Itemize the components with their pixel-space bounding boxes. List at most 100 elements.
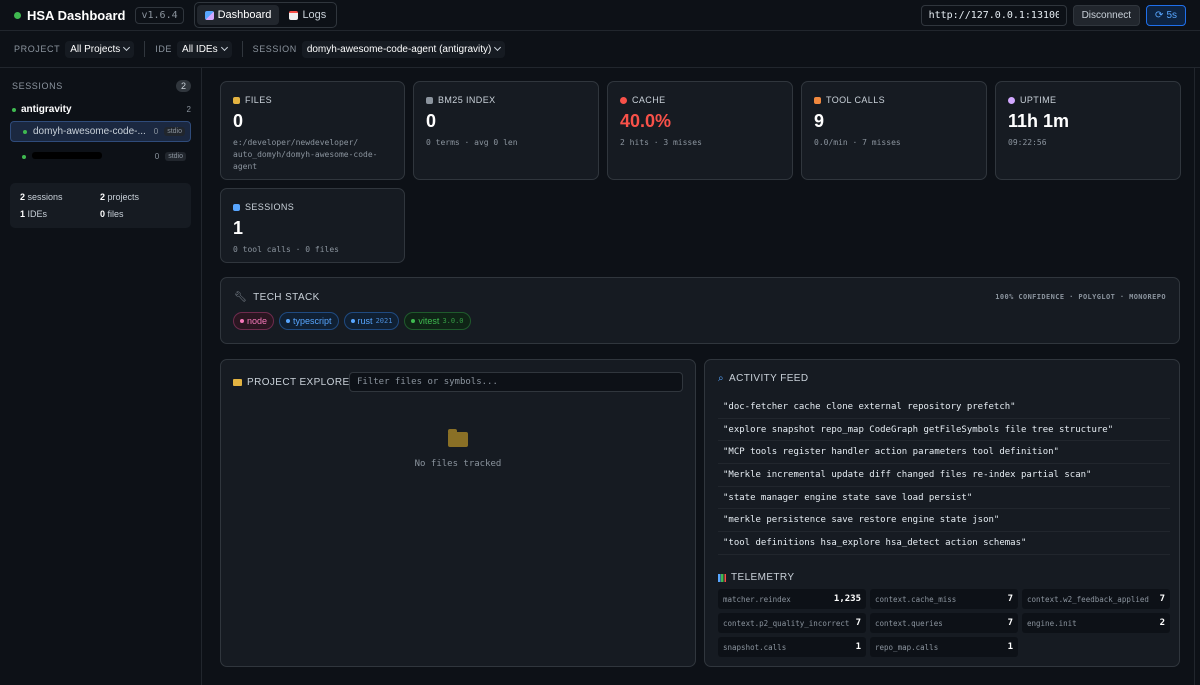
cache-sub: 2 hits · 3 misses (620, 138, 702, 147)
tool-calls-card: TOOL CALLS 9 0.0/min · 7 misses (801, 81, 987, 180)
version-badge: v1.6.4 (135, 6, 184, 24)
refresh-icon: ⟳ (1155, 9, 1164, 21)
project-filter-label: PROJECT (14, 44, 61, 54)
app-title: HSA Dashboard (27, 7, 126, 23)
telemetry-grid: matcher.reindex 1,235 context.cache_miss 7… (718, 589, 1170, 657)
wrench-icon: 🔧︎ (234, 292, 248, 303)
tool-calls-count: 9 (814, 111, 825, 131)
transport-badge: stdio (165, 152, 186, 161)
chip-dot (240, 319, 244, 323)
folder-icon (448, 429, 468, 447)
server-url-input[interactable] (920, 4, 1067, 26)
session-name-redacted (32, 151, 149, 162)
activity-item[interactable]: "merkle persistence save restore engine … (718, 509, 1170, 533)
telemetry-item: engine.init 2 (1022, 613, 1170, 633)
refresh-interval-button[interactable]: ⟳ 5s (1146, 4, 1186, 26)
top-bar: HSA Dashboard v1.6.4 Dashboard Logs Disc… (0, 0, 1200, 31)
tab-dashboard[interactable]: Dashboard (196, 5, 280, 25)
sessions-count: 1 (233, 218, 244, 238)
telemetry-title: TELEMETRY (718, 572, 794, 583)
lightning-icon (814, 96, 821, 104)
sessions-card: SESSIONS 1 0 tool calls · 0 files (220, 188, 405, 263)
status-dot (12, 107, 16, 112)
telemetry-item: context.w2_feedback_applied 7 (1022, 589, 1170, 609)
cache-hit-rate: 40.0% (620, 111, 672, 131)
activity-item[interactable]: "Merkle incremental update diff changed … (718, 464, 1170, 487)
uptime-card-label: UPTIME (1008, 95, 1168, 105)
folder-icon (233, 379, 242, 386)
index-icon (426, 96, 433, 104)
monitor-icon (233, 203, 240, 211)
clock-icon (1008, 96, 1015, 104)
uptime-value: 11h 1m (1008, 111, 1070, 131)
ide-group-label: antigravity (12, 104, 72, 115)
ide-filter-label: IDE (155, 44, 173, 54)
session-item[interactable]: 0 stdio (10, 146, 191, 167)
telemetry-item: matcher.reindex 1,235 (718, 589, 866, 609)
project-select-value: All Projects (70, 43, 121, 55)
session-item[interactable]: domyh-awesome-code-... 0 stdio (10, 121, 191, 142)
status-dot (23, 129, 27, 134)
bm25-count: 0 (426, 111, 437, 131)
divider (144, 41, 146, 57)
folder-icon (233, 96, 240, 104)
activity-item[interactable]: "explore snapshot repo_map CodeGraph get… (718, 419, 1170, 442)
dashboard-icon (204, 10, 214, 20)
activity-feed-title: ⌕ ACTIVITY FEED (718, 373, 809, 384)
bm25-card: BM25 INDEX 0 0 terms · avg 0 len (413, 81, 599, 180)
search-icon: ⌕ (718, 373, 724, 384)
activity-item[interactable]: "MCP tools register handler action param… (718, 441, 1170, 465)
transport-badge: stdio (164, 127, 185, 136)
redaction-bar (32, 152, 102, 159)
explorer-empty-state: No files tracked (221, 429, 695, 469)
telemetry-item: context.p2_quality_incorrect 7 (718, 613, 866, 633)
bm25-card-label: BM25 INDEX (426, 95, 586, 105)
tab-logs[interactable]: Logs (281, 5, 334, 25)
tech-stack-meta: 100% CONFIDENCE · POLYGLOT · MONOREPO (995, 293, 1166, 301)
telemetry-item: repo_map.calls 1 (870, 637, 1018, 657)
activity-item[interactable]: "tool definitions hsa_explore hsa_detect… (718, 532, 1170, 555)
chevron-down-icon (123, 43, 131, 52)
bm25-sub: 0 terms · avg 0 len (426, 138, 518, 147)
disconnect-button[interactable]: Disconnect (1072, 4, 1141, 26)
sessions-sidebar: SESSIONS 2 antigravity 2 domyh-awesome-c… (0, 68, 202, 685)
activity-item[interactable]: "state manager engine state save load pe… (718, 487, 1170, 510)
tab-dashboard-label: Dashboard (217, 9, 272, 21)
session-calls: 0 (154, 152, 160, 161)
files-card-label: FILES (233, 95, 392, 105)
activity-item[interactable]: "doc-fetcher cache clone external reposi… (718, 396, 1170, 419)
header-actions: Disconnect ⟳ 5s (920, 4, 1186, 26)
sessions-count-badge: 2 (175, 80, 191, 92)
explorer-filter-input[interactable] (349, 372, 683, 392)
ide-group-antigravity[interactable]: antigravity 2 (10, 104, 191, 115)
chip-dot (286, 319, 291, 323)
empty-text: No files tracked (414, 459, 502, 469)
sessions-sub: 0 tool calls · 0 files (233, 245, 339, 254)
scrollbar[interactable] (1194, 68, 1200, 685)
project-select[interactable]: All Projects (65, 40, 135, 58)
session-name: domyh-awesome-code-... (33, 126, 146, 137)
sidebar-stats: 2 sessions 2 projects 1 IDEs 0 files (10, 183, 191, 228)
sidebar-header: SESSIONS 2 (10, 80, 191, 92)
activity-panel: ⌕ ACTIVITY FEED "doc-fetcher cache clone… (704, 359, 1180, 667)
cache-card: CACHE 40.0% 2 hits · 3 misses (607, 81, 793, 180)
stat-sessions: 2 sessions (20, 192, 63, 202)
stat-projects: 2 projects (100, 192, 140, 202)
stat-files: 0 files (100, 209, 124, 219)
refresh-interval-label: 5s (1166, 9, 1177, 21)
chevron-down-icon (494, 43, 502, 52)
files-card: FILES 0 e:/developer/newdeveloper/ auto_… (220, 81, 405, 180)
logs-icon (289, 10, 299, 20)
telemetry-item: context.queries 7 (870, 613, 1018, 633)
project-path: e:/developer/newdeveloper/ auto_domyh/do… (233, 138, 378, 171)
ide-group-count: 2 (186, 105, 191, 114)
session-select[interactable]: domyh-awesome-code-agent (antigravity) (301, 40, 506, 58)
ide-select[interactable]: All IDEs (177, 40, 232, 58)
tech-stack-card: 🔧︎ TECH STACK 100% CONFIDENCE · POLYGLOT… (220, 277, 1180, 344)
filter-bar: PROJECT All Projects IDE All IDEs SESSIO… (0, 31, 1200, 68)
files-count: 0 (233, 111, 244, 131)
tool-calls-card-label: TOOL CALLS (814, 95, 974, 105)
chip-dot (350, 319, 355, 323)
view-tabs: Dashboard Logs (193, 2, 338, 28)
chip-typescript: typescript (279, 312, 339, 330)
